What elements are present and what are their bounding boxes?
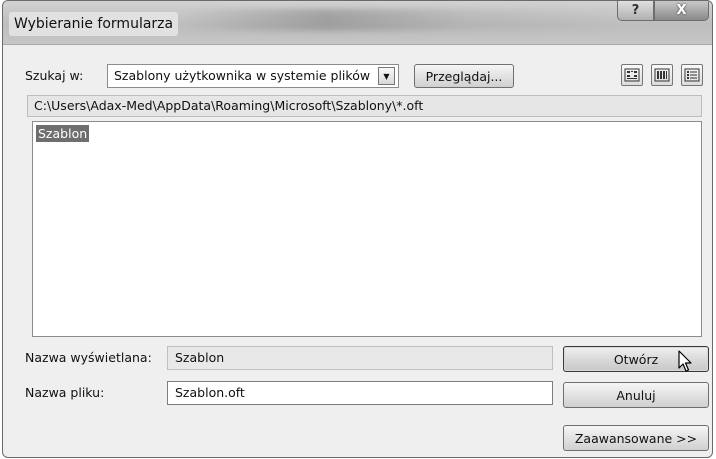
dialog-title: Wybieranie formularza xyxy=(9,12,179,36)
dialog-window: Wybieranie formularza ? X Szukaj w: Szab… xyxy=(2,0,713,458)
path-display: C:\Users\Adax-Med\AppData\Roaming\Micros… xyxy=(27,95,702,117)
chevron-down-icon: ▼ xyxy=(383,71,390,81)
lookin-dropdown[interactable]: Szablony użytkownika w systemie plików ▼ xyxy=(107,64,399,88)
close-button[interactable]: X xyxy=(654,1,709,21)
large-icons-icon xyxy=(624,68,640,82)
display-name-field: Szablon xyxy=(167,346,553,370)
dropdown-arrow-button[interactable]: ▼ xyxy=(378,67,395,85)
file-list[interactable]: Szablon xyxy=(32,121,702,337)
browse-button[interactable]: Przeglądaj... xyxy=(414,64,514,88)
advanced-button[interactable]: Zaawansowane >> xyxy=(563,425,709,451)
list-item[interactable]: Szablon xyxy=(36,125,90,142)
mouse-cursor-icon xyxy=(678,350,692,372)
close-icon: X xyxy=(676,3,687,18)
file-name-label: Nazwa pliku: xyxy=(25,385,105,400)
details-icon xyxy=(684,68,700,82)
view-large-icons-button[interactable] xyxy=(621,64,643,86)
path-text: C:\Users\Adax-Med\AppData\Roaming\Micros… xyxy=(34,98,424,113)
view-details-button[interactable] xyxy=(681,64,703,86)
help-button[interactable]: ? xyxy=(617,1,654,21)
lookin-value: Szablony użytkownika w systemie plików xyxy=(114,68,371,83)
small-icons-icon xyxy=(654,68,670,82)
title-bar[interactable]: Wybieranie formularza ? X xyxy=(3,1,712,45)
view-list-button[interactable] xyxy=(651,64,673,86)
display-name-label: Nazwa wyświetlana: xyxy=(25,350,152,365)
file-name-input[interactable]: Szablon.oft xyxy=(167,381,553,405)
cancel-button[interactable]: Anuluj xyxy=(563,382,709,408)
lookin-label: Szukaj w: xyxy=(25,68,84,83)
help-icon: ? xyxy=(631,3,640,18)
